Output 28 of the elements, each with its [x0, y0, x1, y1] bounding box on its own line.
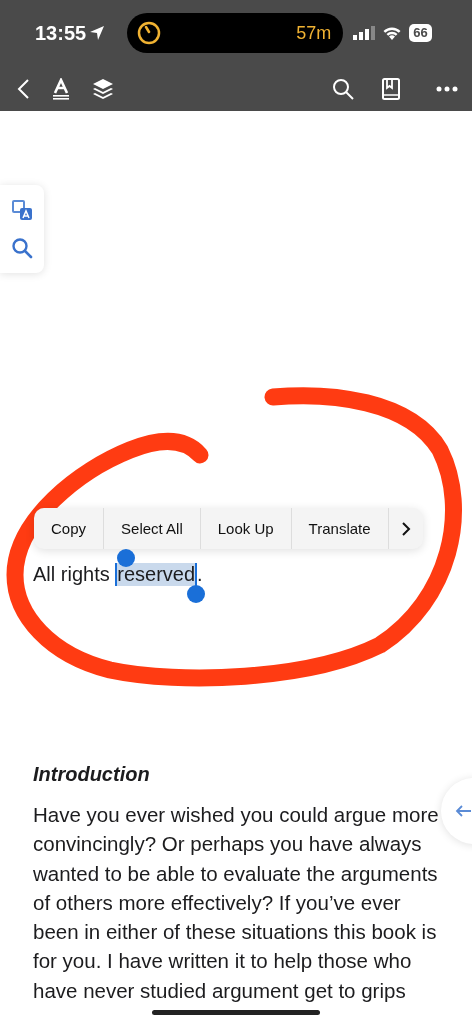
- menu-item[interactable]: Translate: [291, 508, 389, 549]
- section-heading: Introduction: [33, 763, 151, 786]
- body-text: All rights: [33, 563, 111, 586]
- back-arrow-icon: [455, 805, 471, 817]
- body-paragraph: Have you ever wished you could argue more convincingly? Or perhaps you have always wanted to be able to evaluate the arguments of others more effectively? If you’ve ever been in either of these situations this book is for you. I have written it to help those who have never studied argument get to grips: [33, 802, 440, 1004]
- body-text: .: [197, 563, 203, 586]
- search-icon[interactable]: [11, 237, 33, 259]
- wifi-icon: [382, 26, 403, 40]
- selection-handle[interactable]: [187, 585, 205, 603]
- text-format-icon[interactable]: [50, 77, 72, 100]
- translate-icon[interactable]: [11, 199, 33, 221]
- timer-text: 57m: [296, 22, 332, 44]
- more-icon[interactable]: [436, 85, 458, 92]
- layers-icon[interactable]: [92, 77, 114, 100]
- location-arrow-icon: [89, 25, 106, 41]
- selected-text: reserved: [115, 563, 198, 586]
- menu-item[interactable]: Look Up: [200, 508, 292, 549]
- timer-icon: [137, 21, 162, 45]
- search-icon[interactable]: [332, 77, 354, 100]
- dynamic-island[interactable]: 57m: [127, 13, 344, 53]
- bookmark-book-icon[interactable]: [382, 77, 400, 100]
- signal-icon: [353, 26, 376, 40]
- menu-item[interactable]: Copy: [34, 508, 105, 549]
- status-time: 13:55: [35, 21, 87, 45]
- chevron-right-icon: [400, 521, 411, 536]
- battery-level: 66: [409, 24, 432, 42]
- back-button[interactable]: [16, 77, 30, 100]
- selection-handle[interactable]: [117, 549, 135, 567]
